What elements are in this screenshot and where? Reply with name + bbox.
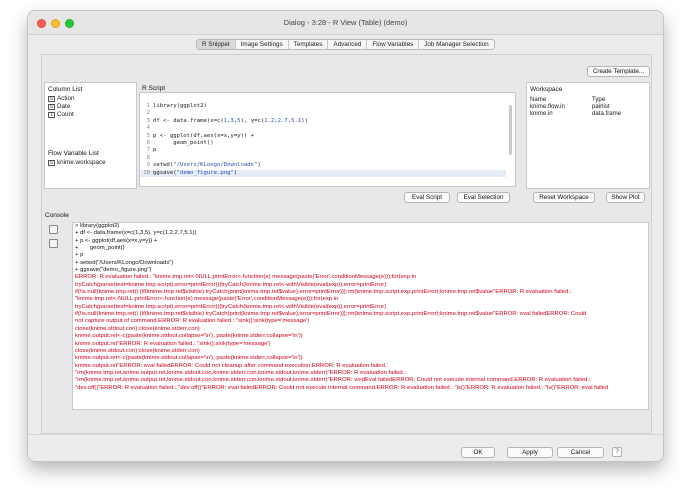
console-error-line: if(!is.null(knime.tmp.ret)) {if(knime.tm…	[75, 311, 587, 318]
r-snippet-panel: Create Template... Column List S Action …	[41, 54, 652, 434]
column-item-label: Action	[57, 95, 75, 102]
console-line: > library(ggplot2)	[75, 223, 120, 229]
console-line: + p <- ggplot(df,aes(x=x,y=y)) +	[75, 237, 158, 244]
code-line: 3 df <- data.frame(x=c(1,3,5), y=c(1.2,2.…	[146, 117, 309, 124]
tab-image-settings[interactable]: Image Settings	[236, 40, 289, 49]
workspace-title: Workspace	[530, 86, 563, 93]
code-line: 7p	[146, 147, 157, 154]
column-item-action[interactable]: S Action	[48, 95, 75, 102]
table-row[interactable]: knime.in data.frame	[530, 110, 621, 117]
console-error-line: tryCatch(parse(text=knime.tmp.script),er…	[75, 281, 387, 288]
dialog-window: Dialog - 3:28 - R View (Table) (demo) R …	[27, 10, 664, 462]
code-lines[interactable]: 1 library(ggplot2) 2 3 df <- data.frame(x=…	[140, 103, 506, 195]
flow-variable-item-knime-workspace[interactable]: S knime.workspace	[48, 159, 106, 166]
console-error-line: close(knime.stdout.con);close(knime.stde…	[75, 325, 200, 332]
console-line: + geom_point()	[75, 245, 125, 252]
table-cell: data.frame	[592, 110, 622, 117]
tab-advanced[interactable]: Advanced	[328, 40, 368, 49]
code-line: 6 geom_point()	[146, 139, 214, 146]
eval-selection-button[interactable]: Eval Selection	[457, 192, 510, 203]
console-error-line: tryCatch(parse(text=knime.tmp.script),er…	[75, 303, 387, 310]
code-line: 5p <- ggplot(df,aes(x=x,y=y)) +	[146, 132, 255, 139]
table-cell: knime.flow.in	[530, 103, 565, 110]
tab-bar: R Snippet Image Settings Templates Advan…	[196, 39, 495, 50]
string-type-icon: S	[48, 103, 55, 110]
code-text: p <- ggplot(df,aes(x=x,y=y)) +	[153, 132, 255, 139]
console-error-line: if(!is.null(knime.tmp.ret)) {if(knime.tm…	[75, 289, 572, 296]
code-text: p	[153, 147, 157, 154]
editor-scrollbar[interactable]	[509, 105, 512, 155]
string-type-icon: S	[48, 95, 55, 102]
console-output[interactable]: > library(ggplot2) + df <- data.frame(x=c…	[72, 222, 649, 410]
cancel-button[interactable]: Cancel	[557, 447, 604, 458]
column-list-panel: Column List S Action S Date I Count Flow…	[44, 82, 137, 189]
console-error-line: "rm(knime.tmp.ret,knime.output.ret,knime…	[75, 377, 591, 384]
workspace-table: Name Type knime.flow.in pairlist knime.i…	[530, 96, 621, 117]
console-error-line: "dev.off()"ERROR: R evaluation failed.: …	[75, 384, 609, 391]
integer-type-icon: I	[48, 111, 55, 118]
code-line: 9 setwd("/Users/KLongo/Downloads")	[146, 162, 261, 169]
table-row[interactable]: knime.flow.in pairlist	[530, 103, 621, 110]
ok-button[interactable]: OK	[461, 447, 495, 458]
column-item-date[interactable]: S Date	[48, 103, 70, 110]
console-error-line: knime.output.ret<-c(paste(knime.stdout,c…	[75, 333, 303, 340]
show-plot-button[interactable]: Show Plot	[606, 192, 645, 203]
code-text: ggsave("demo_figure.png")	[153, 169, 238, 176]
column-item-label: Date	[57, 103, 71, 110]
code-text: setwd("/Users/KLongo/Downloads")	[153, 162, 261, 169]
flow-variable-label: knime.workspace	[57, 159, 106, 166]
console-error-line: "rm(knime.tmp.ret,knime.output.ret,knime…	[75, 369, 406, 376]
workspace-panel: Workspace Name Type knime.flow.in pairli…	[526, 82, 650, 189]
code-line: 8	[146, 154, 150, 161]
apply-button[interactable]: Apply	[507, 447, 553, 458]
console-error-line: not capture output of command.ERROR: R e…	[75, 318, 310, 325]
reset-workspace-button[interactable]: Reset Workspace	[533, 192, 595, 203]
eval-script-button[interactable]: Eval Script	[404, 192, 450, 203]
code-line: 4	[146, 125, 150, 132]
dialog-footer: OK Apply Cancel ?	[28, 434, 663, 461]
column-item-label: Count	[57, 111, 74, 118]
table-cell: pairlist	[592, 103, 610, 110]
code-text: library(ggplot2)	[153, 103, 207, 109]
tab-r-snippet[interactable]: R Snippet	[197, 40, 236, 49]
create-template-button[interactable]: Create Template...	[587, 66, 650, 77]
copy-console-icon[interactable]	[49, 239, 58, 248]
tab-templates[interactable]: Templates	[289, 40, 329, 49]
table-cell: knime.in	[530, 110, 553, 117]
console-line: + df <- data.frame(x=c(1,3,5), y=c(1.2,2…	[75, 230, 197, 237]
help-icon[interactable]: ?	[612, 447, 622, 457]
column-header-name: Name	[530, 96, 547, 103]
console-error-line: "knime.tmp.ret<-NULL;printError<-functio…	[75, 296, 339, 303]
console-line: + setwd("/Users/KLongo/Downloads")	[75, 259, 174, 266]
string-type-icon: S	[48, 159, 55, 166]
console-line: + ggsave("demo_figure.png")	[75, 267, 152, 274]
r-script-title: R Script	[142, 85, 166, 92]
title-bar: Dialog - 3:28 - R View (Table) (demo)	[28, 11, 663, 35]
code-text: geom_point()	[153, 139, 214, 146]
column-list-title: Column List	[48, 86, 83, 93]
console-title: Console	[45, 212, 69, 219]
column-header-type: Type	[592, 96, 606, 103]
console-error-line: ERROR: R evaluation failed.: "knime.tmp.…	[75, 274, 417, 281]
console-error-line: knime.output.ret"ERROR: R evaluation fai…	[75, 340, 271, 347]
workspace-header-row: Name Type	[530, 96, 621, 103]
console-error-line: close(knime.stdout.con);close(knime.stde…	[75, 347, 200, 354]
code-line-current: 10 ggsave("demo_figure.png")	[140, 169, 506, 177]
r-script-editor[interactable]: 1 library(ggplot2) 2 3 df <- data.frame(x=…	[139, 92, 516, 187]
flow-variable-list-title: Flow Variable List	[48, 150, 99, 157]
code-line: 1 library(ggplot2)	[146, 103, 207, 109]
code-line: 2	[146, 110, 150, 117]
console-error-line: knime.output.ret<-c(paste(knime.stdout,c…	[75, 355, 303, 362]
console-line: + p	[75, 252, 84, 259]
window-title: Dialog - 3:28 - R View (Table) (demo)	[283, 18, 408, 27]
console-error-line: knime.output.ret"ERROR: eval failedERROR…	[75, 362, 389, 369]
clear-console-icon[interactable]	[49, 225, 58, 234]
column-item-count[interactable]: I Count	[48, 111, 74, 118]
tab-flow-variables[interactable]: Flow Variables	[367, 40, 420, 49]
tab-job-manager-selection[interactable]: Job Manager Selection	[419, 40, 493, 49]
r-script-section: R Script 1 library(ggplot2) 2 3 df <- data…	[139, 82, 524, 205]
code-text: df <- data.frame(x=c(1,3,5), y=c(1.2,2.7…	[153, 117, 309, 124]
